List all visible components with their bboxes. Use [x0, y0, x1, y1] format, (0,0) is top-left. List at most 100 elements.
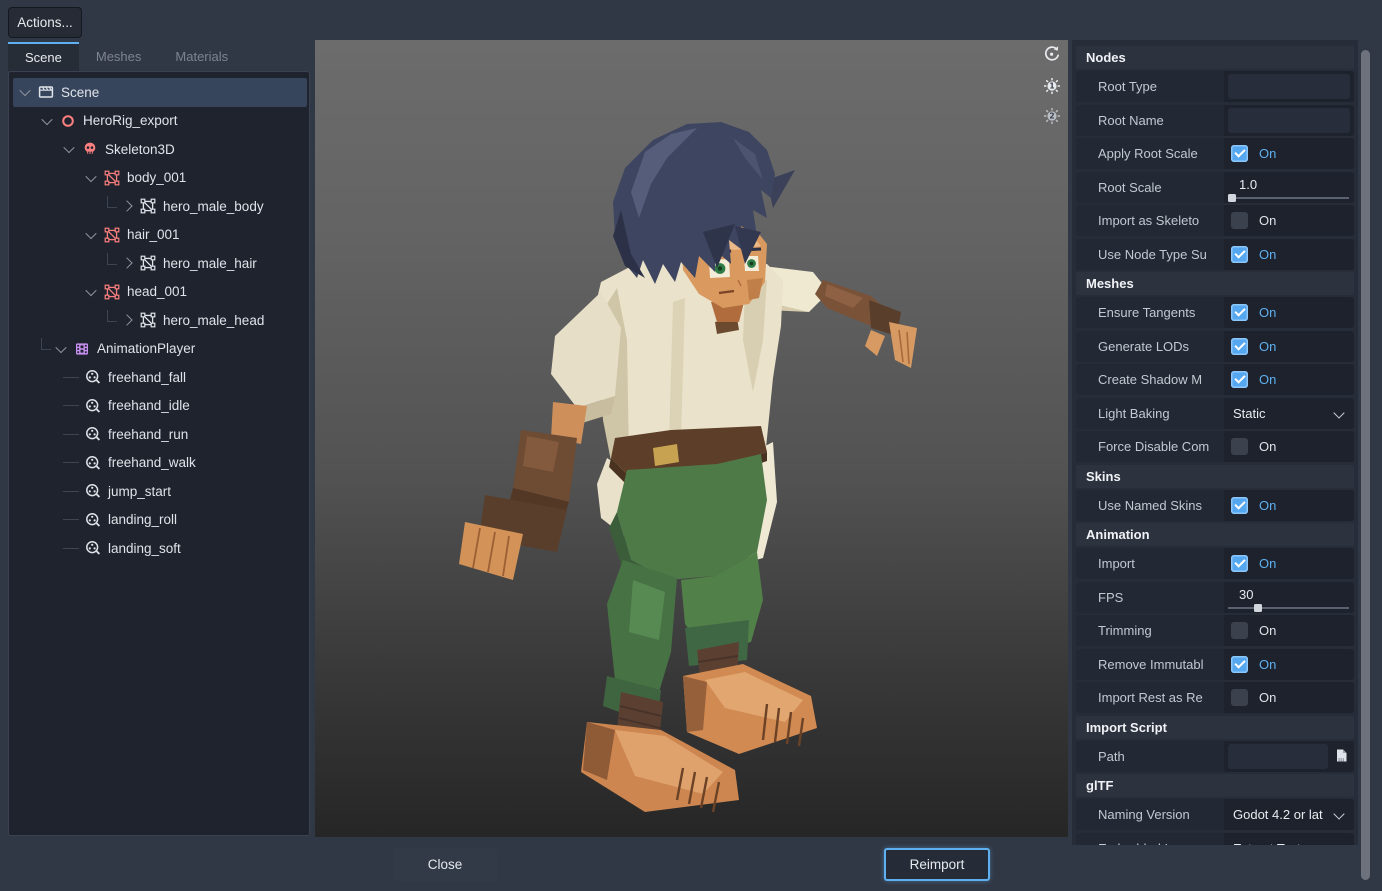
property-row-use-named-skins: Use Named SkinsOn	[1076, 490, 1354, 521]
root-type-field[interactable]	[1228, 74, 1350, 99]
preview-light-1-button[interactable]: 1	[1043, 77, 1061, 95]
tree-item-freehand-fall[interactable]: freehand_fall	[13, 363, 307, 392]
use-named-skins-checkbox[interactable]	[1231, 497, 1248, 514]
chevron-down-icon[interactable]	[41, 114, 52, 125]
naming-version-dropdown[interactable]: Godot 4.2 or lat	[1233, 807, 1323, 822]
mesh-icon	[139, 198, 156, 214]
node3d-icon	[59, 113, 76, 129]
chevron-down-icon[interactable]	[63, 142, 74, 153]
property-label: FPS	[1076, 582, 1224, 613]
actions-menu-button[interactable]: Actions...	[8, 7, 82, 38]
root-scale-value[interactable]: 1.0	[1239, 177, 1257, 192]
chevron-down-icon[interactable]	[1333, 842, 1344, 845]
chevron-down-icon[interactable]	[1333, 407, 1344, 418]
import-as-skeleto-checkbox[interactable]	[1231, 212, 1248, 229]
rotate-preview-button[interactable]	[1043, 45, 1061, 63]
chevron-down-icon[interactable]	[85, 171, 96, 182]
file-icon[interactable]	[1334, 748, 1349, 768]
generate-lods-checkbox[interactable]	[1231, 338, 1248, 355]
remove-immutabl-checkbox[interactable]	[1231, 656, 1248, 673]
property-row-use-node-type-su: Use Node Type SuOn	[1076, 239, 1354, 270]
property-value: Extract Textures	[1224, 833, 1354, 846]
slider-grabber[interactable]	[1228, 194, 1236, 202]
chevron-right-icon[interactable]	[121, 315, 132, 326]
chevron-down-icon[interactable]	[85, 285, 96, 296]
checkbox-state-label: On	[1259, 305, 1276, 320]
checkbox-state-label: On	[1259, 690, 1276, 705]
fps-value[interactable]: 30	[1239, 587, 1253, 602]
property-value: On	[1224, 548, 1354, 579]
tree-item-hero-male-body[interactable]: hero_male_body	[13, 192, 307, 221]
tree-item-hero-male-head[interactable]: hero_male_head	[13, 306, 307, 335]
tree-item-scene[interactable]: Scene	[13, 78, 307, 107]
trimming-checkbox[interactable]	[1231, 622, 1248, 639]
force-disable-com-checkbox[interactable]	[1231, 438, 1248, 455]
preview-light-2-button[interactable]: 2	[1043, 107, 1061, 125]
embedded-image-dropdown[interactable]: Extract Textures	[1233, 841, 1326, 846]
chevron-down-icon[interactable]	[85, 228, 96, 239]
property-label: Trimming	[1076, 615, 1224, 646]
section-header-gltf: glTF	[1076, 774, 1354, 797]
chevron-down-icon[interactable]	[55, 342, 66, 353]
property-label: Ensure Tangents	[1076, 297, 1224, 328]
tree-item-freehand-run[interactable]: freehand_run	[13, 420, 307, 449]
tree-item-herorig-export[interactable]: HeroRig_export	[13, 107, 307, 136]
fps-slider[interactable]	[1228, 607, 1349, 609]
property-label: Generate LODs	[1076, 331, 1224, 362]
tree-item-label: jump_start	[108, 484, 171, 499]
tab-meshes[interactable]: Meshes	[79, 42, 159, 71]
chevron-down-icon[interactable]	[1333, 808, 1344, 819]
tree-item-animationplayer[interactable]: AnimationPlayer	[13, 335, 307, 364]
root-scale-slider[interactable]	[1228, 197, 1349, 199]
tree-item-freehand-walk[interactable]: freehand_walk	[13, 449, 307, 478]
close-button[interactable]: Close	[393, 848, 497, 881]
character-preview-3d-model	[315, 40, 1068, 837]
import-settings-panel: NodesRoot TypeRoot NameApply Root ScaleO…	[1072, 40, 1358, 845]
chevron-right-icon[interactable]	[121, 201, 132, 212]
property-value: On	[1224, 205, 1354, 236]
tree-item-hair-001[interactable]: hair_001	[13, 221, 307, 250]
property-value: On	[1224, 364, 1354, 395]
tree-item-freehand-idle[interactable]: freehand_idle	[13, 392, 307, 421]
section-header-nodes: Nodes	[1076, 46, 1354, 69]
slider-grabber[interactable]	[1254, 604, 1262, 612]
3d-preview-viewport[interactable]: 12	[315, 40, 1068, 837]
create-shadow-m-checkbox[interactable]	[1231, 371, 1248, 388]
tree-item-landing-soft[interactable]: landing_soft	[13, 534, 307, 563]
property-value: On	[1224, 331, 1354, 362]
property-value: 30	[1224, 582, 1354, 613]
property-label: Remove Immutabl	[1076, 649, 1224, 680]
reimport-button[interactable]: Reimport	[884, 848, 990, 881]
import-checkbox[interactable]	[1231, 555, 1248, 572]
tree-item-head-001[interactable]: head_001	[13, 278, 307, 307]
root-name-field[interactable]	[1228, 108, 1350, 133]
property-value	[1224, 105, 1354, 136]
chevron-right-icon[interactable]	[121, 258, 132, 269]
tree-item-body-001[interactable]: body_001	[13, 164, 307, 193]
tree-guide-line	[63, 405, 79, 406]
apply-root-scale-checkbox[interactable]	[1231, 145, 1248, 162]
property-label: Light Baking	[1076, 398, 1224, 429]
tree-item-skeleton3d[interactable]: Skeleton3D	[13, 135, 307, 164]
ensure-tangents-checkbox[interactable]	[1231, 304, 1248, 321]
tab-materials[interactable]: Materials	[158, 42, 245, 71]
import-rest-as-re-checkbox[interactable]	[1231, 689, 1248, 706]
tab-scene[interactable]: Scene	[8, 42, 79, 71]
scrollbar-thumb[interactable]	[1361, 50, 1370, 880]
property-row-root-name: Root Name	[1076, 105, 1354, 136]
tree-item-landing-roll[interactable]: landing_roll	[13, 506, 307, 535]
property-label: Import as Skeleto	[1076, 205, 1224, 236]
section-header-meshes: Meshes	[1076, 272, 1354, 295]
checkbox-state-label: On	[1259, 556, 1276, 571]
tree-item-hero-male-hair[interactable]: hero_male_hair	[13, 249, 307, 278]
path-field[interactable]	[1228, 744, 1328, 769]
chevron-down-icon[interactable]	[19, 85, 30, 96]
tree-item-jump-start[interactable]: jump_start	[13, 477, 307, 506]
tree-item-label: Skeleton3D	[105, 142, 175, 157]
character-hair	[613, 122, 795, 284]
light-baking-dropdown[interactable]: Static	[1233, 406, 1266, 421]
tree-guide-line	[63, 519, 79, 520]
inspector-scrollbar[interactable]	[1359, 42, 1372, 888]
property-row-force-disable-com: Force Disable ComOn	[1076, 431, 1354, 462]
use-node-type-su-checkbox[interactable]	[1231, 246, 1248, 263]
